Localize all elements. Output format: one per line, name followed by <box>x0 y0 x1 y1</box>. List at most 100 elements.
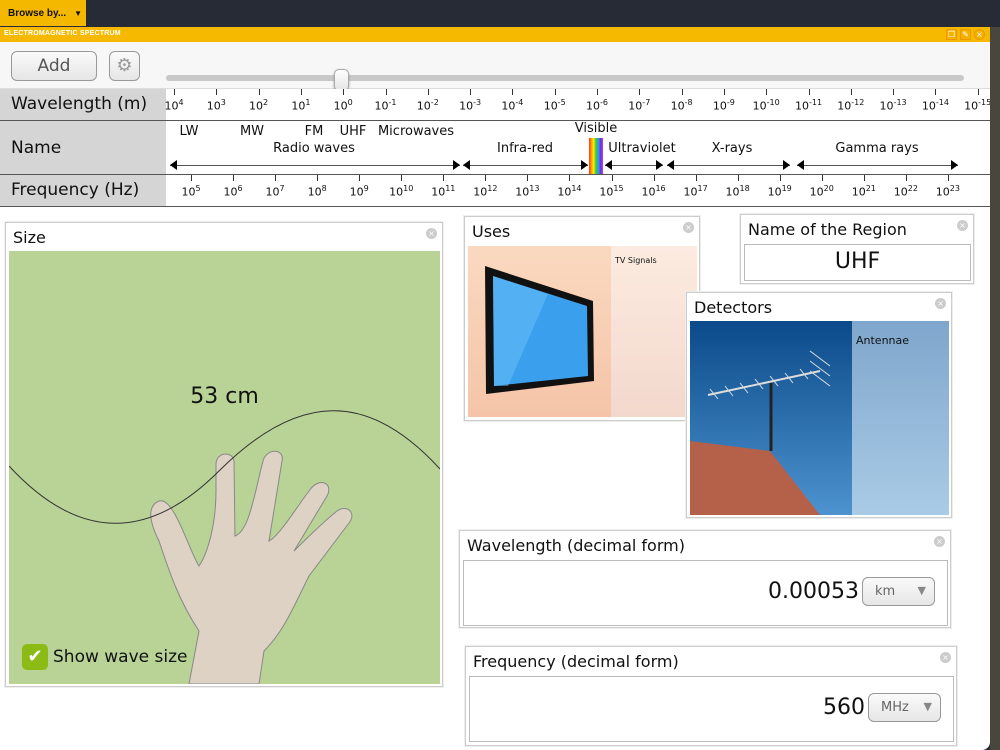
region-range-arrow <box>463 165 588 166</box>
show-wave-size-label[interactable]: Show wave size <box>53 647 187 667</box>
region-range-arrow <box>797 165 958 166</box>
uses-caption: TV Signals <box>611 246 697 417</box>
wavelength-tick-label: 103 <box>206 98 226 113</box>
frequency-decimal-title: Frequency (decimal form) <box>473 652 679 671</box>
toolbar: Add ⚙ <box>0 42 990 91</box>
wavelength-tick <box>554 89 556 95</box>
wavelength-tick-label: 102 <box>249 98 269 113</box>
close-panel-icon[interactable]: × <box>935 298 946 309</box>
arrow-left-icon <box>797 160 804 170</box>
frequency-tick-label: 1018 <box>725 184 750 199</box>
frequency-tick-label: 109 <box>349 184 369 199</box>
wavelength-tick-label: 10-4 <box>501 98 524 113</box>
wavelength-tick <box>850 89 852 95</box>
show-wave-size-checkbox[interactable]: ✔ <box>22 644 48 670</box>
frequency-tick <box>863 175 865 181</box>
uses-title: Uses <box>472 222 511 241</box>
uses-panel: Uses × TV Signals <box>464 216 700 421</box>
wavelength-tick-label: 10-2 <box>416 98 439 113</box>
wavelength-tick <box>343 89 345 95</box>
close-panel-icon[interactable]: × <box>426 228 437 239</box>
arrow-left-icon <box>605 160 612 170</box>
wavelength-tick <box>766 89 768 95</box>
close-panel-icon[interactable]: × <box>934 536 945 547</box>
arrow-right-icon <box>581 160 588 170</box>
size-visual: 53 cm ✔ Show wave size <box>9 251 440 684</box>
wavelength-tick-label: 104 <box>164 98 184 113</box>
sub-name-lw: LW <box>179 124 199 139</box>
detectors-panel: Detectors × Antennae <box>686 292 952 518</box>
frequency-tick-label: 1011 <box>431 184 456 199</box>
frequency-decimal-value: 560 <box>823 695 865 720</box>
wavelength-tick-label: 10-6 <box>586 98 608 113</box>
close-panel-icon[interactable]: × <box>957 220 968 231</box>
wavelength-tick-label: 10-14 <box>921 98 949 113</box>
region-name-title: Name of the Region <box>748 220 907 239</box>
close-panel-icon[interactable]: × <box>940 652 951 663</box>
wavelength-tick <box>808 89 810 95</box>
wavelength-tick <box>300 89 302 95</box>
wavelength-tick-label: 10-10 <box>752 98 780 113</box>
region-ultraviolet[interactable]: Ultraviolet <box>608 141 676 156</box>
frequency-tick-label: 1019 <box>767 184 792 199</box>
wavelength-tick <box>977 89 979 95</box>
arrow-right-icon <box>783 160 790 170</box>
region-range-arrow <box>170 165 460 166</box>
frequency-unit-select[interactable]: MHz ▼ <box>868 693 941 722</box>
wavelength-tick-label: 10-7 <box>628 98 651 113</box>
close-panel-icon[interactable]: × <box>683 222 694 233</box>
arrow-right-icon <box>951 160 958 170</box>
add-button[interactable]: Add <box>11 51 97 81</box>
browse-by-button[interactable]: Browse by... ▼ <box>0 0 86 26</box>
gear-icon: ⚙ <box>116 55 133 76</box>
frequency-tick-label: 1022 <box>893 184 918 199</box>
spectrum-slider[interactable] <box>166 75 964 81</box>
frequency-tick-label: 105 <box>181 184 201 199</box>
visible-spectrum-bar[interactable] <box>589 138 603 174</box>
edit-icon[interactable]: ✎ <box>960 29 971 40</box>
wavelength-tick-label: 10-11 <box>794 98 823 113</box>
frequency-tick-label: 1015 <box>599 184 624 199</box>
wavelength-decimal-panel: Wavelength (decimal form) × 0.00053 km ▼ <box>459 530 951 628</box>
wavelength-tick-label: 10-13 <box>879 98 907 113</box>
background-strip <box>990 27 1000 750</box>
wavelength-tick <box>723 89 725 95</box>
frequency-tick-label: 108 <box>307 184 327 199</box>
frequency-tick <box>821 175 823 181</box>
wavelength-unit-select[interactable]: km ▼ <box>862 577 935 606</box>
frequency-tick <box>611 175 613 181</box>
slider-thumb[interactable] <box>333 69 349 91</box>
frequency-tick-label: 1021 <box>851 184 876 199</box>
frequency-tick-label: 1012 <box>473 184 498 199</box>
frequency-tick <box>779 175 781 181</box>
frequency-tick <box>191 175 192 181</box>
settings-button[interactable]: ⚙ <box>109 51 140 81</box>
wavelength-tick-label: 10-9 <box>712 98 735 113</box>
wave-and-hand-illustration <box>9 410 440 684</box>
spectrum-window: ELECTROMAGNETIC SPECTRUM ❐ ✎ × Add ⚙ Wav… <box>0 27 990 750</box>
sub-name-uhf: UHF <box>339 124 367 139</box>
region-infra-red[interactable]: Infra-red <box>497 141 553 156</box>
frequency-tick <box>527 175 529 181</box>
frequency-tick-label: 1014 <box>557 184 582 199</box>
region-gamma-rays[interactable]: Gamma rays <box>835 141 918 156</box>
restore-icon[interactable]: ❐ <box>946 29 957 40</box>
frequency-tick-label: 1013 <box>515 184 540 199</box>
detectors-caption: Antennae <box>852 321 949 515</box>
sub-name-mw: MW <box>239 124 265 139</box>
arrow-left-icon <box>170 160 177 170</box>
frequency-tick <box>275 175 277 181</box>
close-icon[interactable]: × <box>974 29 985 40</box>
region-name-value: UHF <box>744 244 971 281</box>
region-x-rays[interactable]: X-rays <box>712 141 753 156</box>
wavelength-decimal-value: 0.00053 <box>768 579 859 604</box>
size-title: Size <box>13 228 46 247</box>
frequency-tick <box>233 175 235 181</box>
wavelength-decimal-box: 0.00053 km ▼ <box>463 560 948 626</box>
wavelength-tick-label: 10-1 <box>374 98 397 113</box>
region-visible[interactable]: Visible <box>575 121 617 136</box>
uses-image <box>468 246 611 417</box>
wavelength-tick-label: 100 <box>333 98 353 113</box>
region-radio-waves[interactable]: Radio waves <box>273 141 355 156</box>
wavelength-scale: 104 103 102 101 100 10-1 10-2 10-3 10-4 10-5 10-6 1… <box>164 89 990 121</box>
